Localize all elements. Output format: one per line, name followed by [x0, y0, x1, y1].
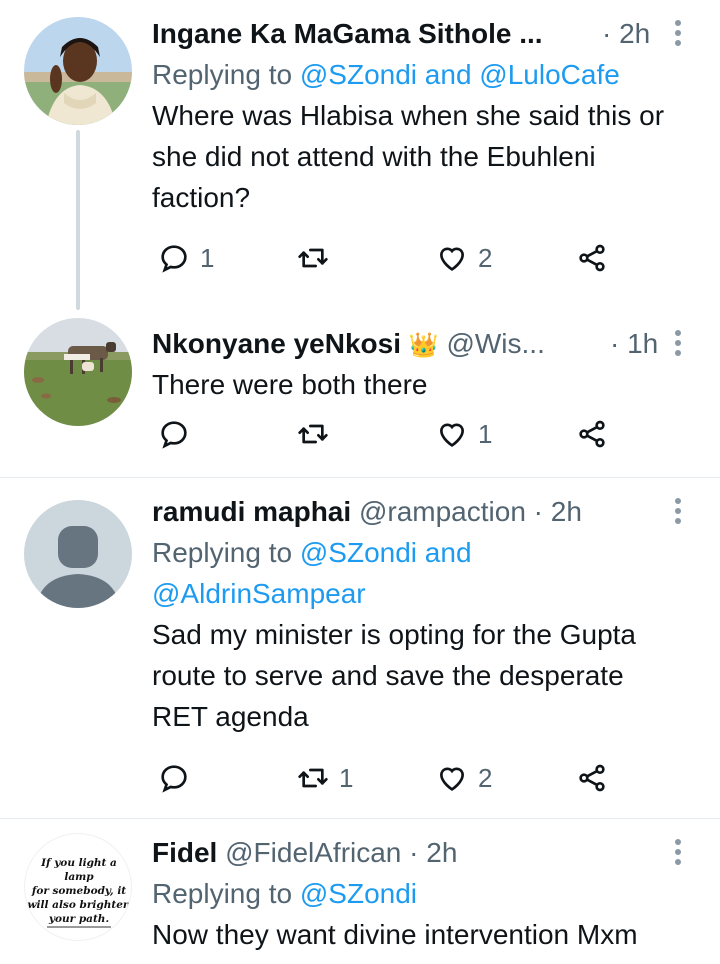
more-icon[interactable]	[674, 498, 682, 526]
timestamp[interactable]: · 2h	[409, 837, 457, 868]
reply-button[interactable]	[158, 414, 200, 454]
mention-link[interactable]: @AldrinSampear	[152, 578, 366, 609]
timestamp[interactable]: · 2h	[534, 496, 582, 527]
avatar[interactable]	[24, 500, 132, 608]
tweet-actions: 1 2	[152, 758, 632, 798]
like-button[interactable]: 2	[436, 758, 492, 798]
retweet-button[interactable]	[297, 414, 339, 454]
like-icon	[439, 247, 465, 271]
tweet-text: Now they want divine intervention Mxm	[152, 919, 638, 950]
retweet-button[interactable]	[297, 238, 339, 278]
reply-count: 1	[200, 242, 215, 273]
tweet-header: ramudi maphai @rampaction · 2h	[152, 492, 692, 532]
retweet-icon	[298, 424, 328, 444]
user-handle[interactable]: @FidelAfrican	[225, 837, 401, 868]
retweet-count: 1	[339, 762, 354, 793]
share-button[interactable]	[576, 238, 608, 278]
like-button[interactable]: 2	[436, 238, 492, 278]
retweet-icon	[298, 768, 328, 788]
display-name[interactable]: Fidel	[152, 837, 217, 868]
mention-link[interactable]: @SZondi	[300, 878, 417, 909]
tweet-actions: 1 2	[152, 238, 632, 278]
more-icon[interactable]	[674, 839, 682, 867]
like-count: 2	[478, 762, 493, 793]
share-icon	[579, 420, 605, 448]
tweet-text: Sad my minister is opting for the Gupta …	[152, 619, 636, 732]
user-handle[interactable]: @Wis...	[446, 328, 544, 359]
share-button[interactable]	[576, 758, 608, 798]
avatar[interactable]	[24, 17, 132, 125]
tweet-1[interactable]: Ingane Ka MaGama Sithole ... · 2h Replyi…	[0, 0, 720, 310]
display-name[interactable]: Ingane Ka MaGama Sithole ...	[152, 18, 543, 49]
reply-button[interactable]: 1	[158, 238, 214, 278]
tweet-header: Ingane Ka MaGama Sithole ... · 2h	[152, 14, 692, 54]
share-icon	[579, 764, 605, 792]
tweet-text: Where was Hlabisa when she said this or …	[152, 100, 665, 213]
tweet-header: Fidel @FidelAfrican · 2h	[152, 833, 692, 873]
reply-icon	[161, 765, 187, 793]
display-name[interactable]: ramudi maphai	[152, 496, 351, 527]
reply-button[interactable]	[158, 758, 200, 798]
tweet-text: There were both there	[152, 369, 428, 400]
reply-icon	[161, 421, 187, 449]
retweet-button[interactable]: 1	[297, 758, 353, 798]
user-handle[interactable]: @rampaction	[359, 496, 526, 527]
like-icon	[439, 423, 465, 447]
thread-line	[76, 130, 80, 310]
tweet-actions: 1	[152, 414, 632, 454]
display-name[interactable]: Nkonyane yeNkosi	[152, 328, 401, 359]
replying-to: Replying to @SZondi	[152, 878, 418, 909]
share-button[interactable]	[576, 414, 608, 454]
like-count: 2	[478, 242, 493, 273]
reply-icon	[161, 245, 187, 273]
retweet-icon	[298, 248, 328, 268]
crown-emoji: 👑	[408, 332, 439, 359]
mention-link[interactable]: @SZondi and	[300, 537, 472, 568]
timestamp[interactable]: · 2h	[602, 14, 650, 54]
like-icon	[439, 767, 465, 791]
avatar[interactable]: If you light a lamp for somebody, it wil…	[24, 833, 132, 941]
mention-link[interactable]: @SZondi and @LuloCafe	[300, 59, 620, 90]
like-count: 1	[478, 418, 493, 449]
avatar[interactable]	[24, 318, 132, 426]
tweet-4[interactable]: If you light a lamp for somebody, it wil…	[0, 819, 720, 964]
more-icon[interactable]	[674, 330, 682, 358]
share-icon	[579, 244, 605, 272]
replying-to: Replying to @SZondi and @LuloCafe	[152, 59, 620, 90]
tweet-2[interactable]: Nkonyane yeNkosi 👑 @Wis... · 1h There we…	[0, 310, 720, 478]
tweet-3[interactable]: ramudi maphai @rampaction · 2h Replying …	[0, 478, 720, 818]
tweet-header: Nkonyane yeNkosi 👑 @Wis... · 1h	[152, 324, 692, 364]
like-button[interactable]: 1	[436, 414, 492, 454]
replying-to: Replying to @SZondi and @AldrinSampear	[152, 537, 472, 609]
timestamp[interactable]: · 1h	[610, 324, 658, 364]
more-icon[interactable]	[674, 20, 682, 48]
